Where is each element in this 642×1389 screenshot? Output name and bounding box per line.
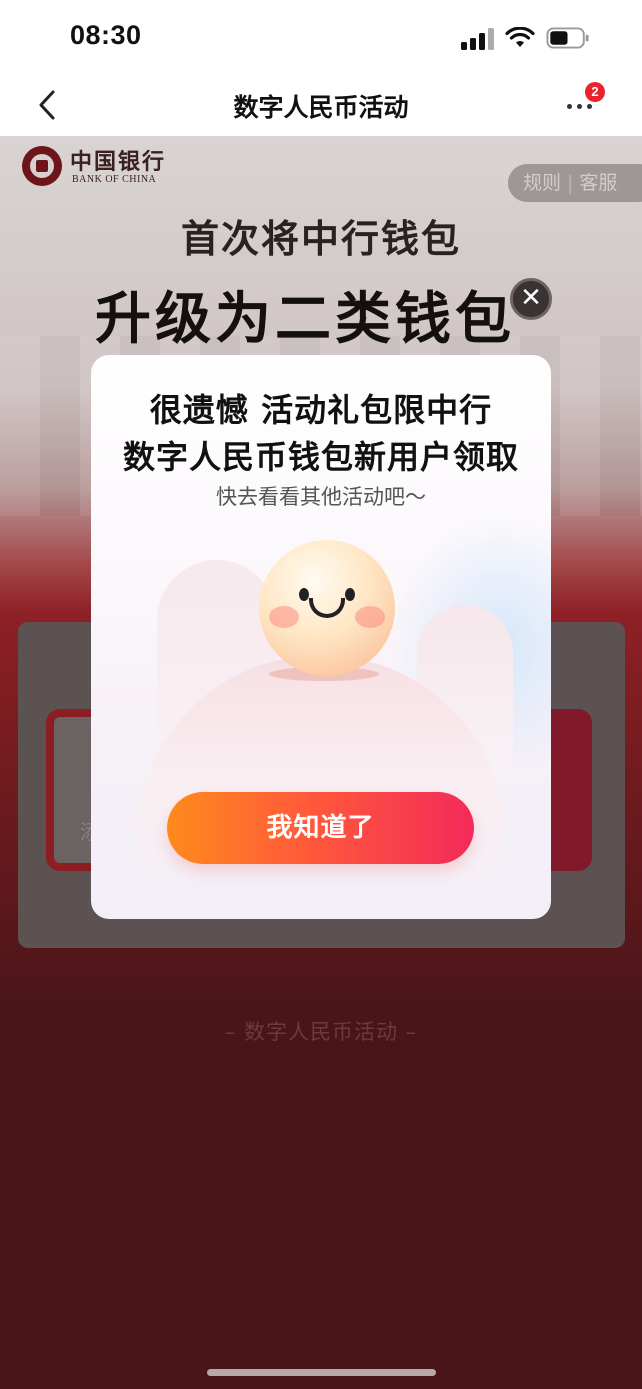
pill-separator: | <box>567 172 574 194</box>
nav-bar: 数字人民币活动 <box>0 76 642 136</box>
brand-name-en: BANK OF CHINA <box>72 174 157 185</box>
brand-name-cn: 中国银行 <box>70 149 167 175</box>
page-title: 数字人民币活动 <box>233 93 409 122</box>
rules-service-pill: 规则 | 客服 <box>508 164 642 202</box>
battery-icon <box>546 27 589 49</box>
dialog-title-line-1: 很遗憾 活动礼包限中行 <box>149 391 493 429</box>
promo-headline-2: 升级为二类钱包 <box>95 287 515 352</box>
service-link[interactable]: 客服 <box>579 172 617 194</box>
dialog-title-line-2: 数字人民币钱包新用户领取 <box>122 438 519 476</box>
wifi-icon <box>505 27 535 47</box>
notification-badge: 2 <box>585 82 605 102</box>
boc-emblem-icon <box>22 146 62 186</box>
bank-logo: 中国银行 BANK OF CHINA <box>22 144 167 188</box>
footer-text: – 数字人民币活动 – <box>224 1020 418 1044</box>
home-indicator <box>207 1369 436 1376</box>
promo-headline-1: 首次将中行钱包 <box>180 217 461 261</box>
status-bar: 08:30 <box>0 0 642 76</box>
signal-icon <box>461 28 495 50</box>
smiley-mascot-icon <box>259 540 395 676</box>
got-it-button[interactable]: 我知道了 <box>167 792 474 864</box>
close-icon[interactable]: ✕ <box>510 278 552 320</box>
rules-link[interactable]: 规则 <box>523 172 561 194</box>
dialog-subtitle: 快去看看其他活动吧～ <box>216 485 426 509</box>
notice-dialog: 很遗憾 活动礼包限中行 数字人民币钱包新用户领取 快去看看其他活动吧～ 我知道了 <box>91 355 551 919</box>
status-time: 08:30 <box>70 20 142 50</box>
